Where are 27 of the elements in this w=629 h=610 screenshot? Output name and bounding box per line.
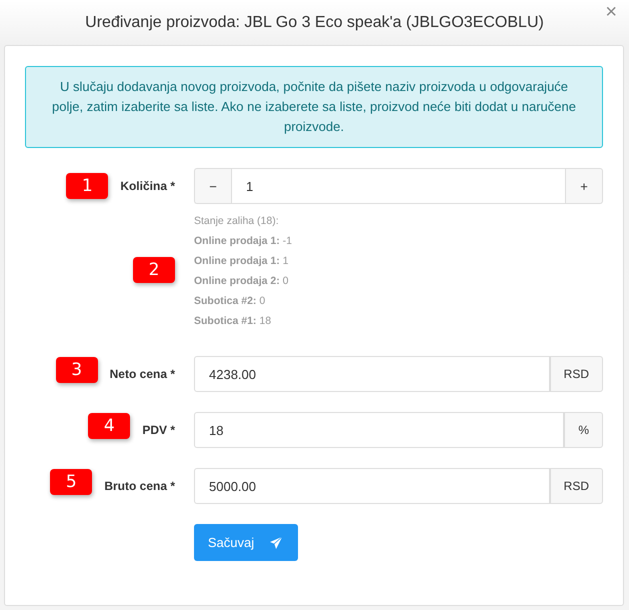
field-label: Neto cena * <box>110 367 175 381</box>
input-field[interactable]: 4238.00 <box>194 356 550 392</box>
quantity-input[interactable]: 1 <box>231 168 566 204</box>
stock-line: Online prodaja 2: 0 <box>194 274 290 288</box>
stock-line: Online prodaja 1: -1 <box>194 234 294 248</box>
field-label: Bruto cena * <box>104 479 175 493</box>
number-marker: 3 <box>56 357 98 383</box>
decrement-button[interactable]: − <box>194 168 231 204</box>
info-alert: U slučaju dodavanja novog proizvoda, počnite da pišete naziv proizvoda u odgovarajuće polje, zatim izaberite sa liste. Ako ne izaberete sa liste, proizvod neće biti dodat u naručene proizvode. <box>25 66 603 148</box>
send-icon <box>268 534 284 550</box>
input-field[interactable]: 5000.00 <box>194 468 550 504</box>
dialog-title: Uređivanje proizvoda: JBL Go 3 Eco speak'a (JBLGO3ECOBLU) <box>85 14 544 32</box>
field-label: Količina * <box>120 179 175 193</box>
number-marker: 4 <box>88 413 130 439</box>
unit-addon: RSD <box>550 356 603 392</box>
input-field[interactable]: 18 <box>194 412 564 448</box>
number-marker: 1 <box>66 173 108 199</box>
stock-line: Subotica #1: 18 <box>194 314 272 328</box>
unit-addon: % <box>564 412 603 448</box>
number-marker: 5 <box>50 469 92 495</box>
increment-button[interactable]: + <box>566 168 603 204</box>
unit-addon: RSD <box>550 468 603 504</box>
stock-title: Stanje zaliha (18): <box>194 214 280 228</box>
number-marker: 2 <box>133 257 175 283</box>
stock-line: Subotica #2: 0 <box>194 294 266 308</box>
field-label: PDV * <box>142 423 175 437</box>
stock-line: Online prodaja 1: 1 <box>194 254 290 268</box>
